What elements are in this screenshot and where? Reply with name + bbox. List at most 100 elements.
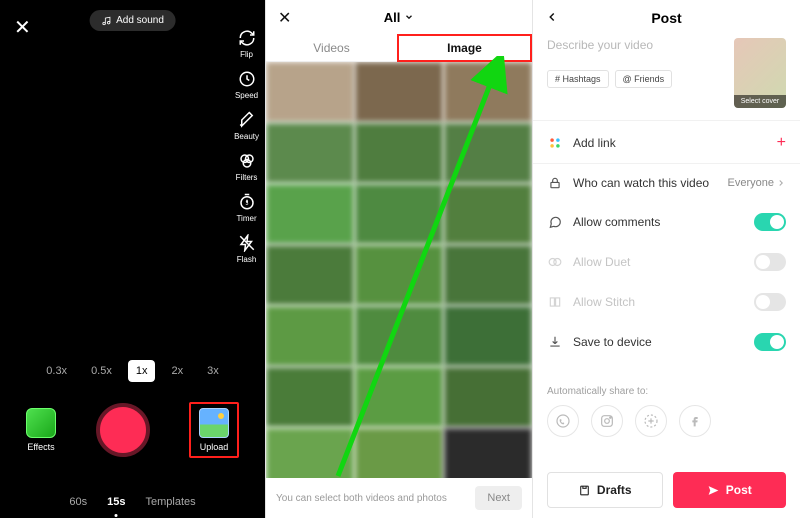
comment-icon: [547, 214, 563, 230]
share-more-icon[interactable]: [635, 405, 667, 437]
media-cell[interactable]: [355, 245, 443, 305]
row-label: Save to device: [573, 335, 652, 349]
privacy-value: Everyone: [728, 177, 786, 189]
link-icon: [547, 135, 563, 151]
sidebar-label: Flip: [240, 50, 253, 59]
media-cell[interactable]: [355, 184, 443, 244]
sidebar-label: Beauty: [234, 132, 259, 141]
filters-icon: [237, 151, 257, 171]
drafts-label: Drafts: [597, 483, 632, 497]
picker-header: ✕ All: [266, 0, 532, 34]
toggle-stitch[interactable]: [754, 293, 786, 311]
upload-label: Upload: [200, 442, 229, 452]
media-cell[interactable]: [444, 306, 532, 366]
sidebar-item-timer[interactable]: 3 Timer: [234, 192, 259, 223]
zoom-option[interactable]: 0.3x: [38, 360, 75, 382]
row-label: Allow comments: [573, 215, 660, 229]
zoom-option[interactable]: 2x: [163, 360, 191, 382]
zoom-option[interactable]: 3x: [199, 360, 227, 382]
timer-icon: 3: [237, 192, 257, 212]
post-button[interactable]: Post: [673, 472, 787, 508]
post-label: Post: [726, 483, 752, 497]
media-cell[interactable]: [355, 367, 443, 427]
back-icon[interactable]: [545, 10, 559, 24]
media-cell[interactable]: [444, 123, 532, 183]
drafts-icon: [578, 484, 591, 497]
chevron-down-icon: [404, 12, 414, 22]
drafts-button[interactable]: Drafts: [547, 472, 663, 508]
hashtags-chip[interactable]: # Hashtags: [547, 70, 609, 88]
share-whatsapp-icon[interactable]: [547, 405, 579, 437]
duet-icon: [547, 254, 563, 270]
upload-button[interactable]: Upload: [199, 408, 229, 452]
tab-videos[interactable]: Videos: [266, 34, 397, 62]
media-cell[interactable]: [266, 367, 354, 427]
toggle-save[interactable]: [754, 333, 786, 351]
sidebar-item-filters[interactable]: Filters: [234, 151, 259, 182]
media-cell[interactable]: [444, 62, 532, 122]
media-cell[interactable]: [355, 306, 443, 366]
media-grid[interactable]: [266, 62, 532, 478]
record-button[interactable]: [96, 403, 150, 457]
close-icon[interactable]: ✕: [14, 18, 31, 38]
sidebar-item-speed[interactable]: Speed: [234, 69, 259, 100]
mode-selector: 60s 15s Templates: [0, 496, 265, 508]
cover-label: Select cover: [734, 95, 786, 108]
media-cell[interactable]: [266, 184, 354, 244]
media-cell[interactable]: [444, 367, 532, 427]
camera-sidebar: Flip Speed Beauty Filters 3 Timer Flash: [234, 28, 259, 264]
sidebar-item-flip[interactable]: Flip: [234, 28, 259, 59]
zoom-option[interactable]: 1x: [128, 360, 156, 382]
description-row: Describe your video # Hashtags @ Friends…: [533, 36, 800, 121]
zoom-option[interactable]: 0.5x: [83, 360, 120, 382]
effects-icon: [26, 408, 56, 438]
share-icons: [533, 405, 800, 437]
close-icon[interactable]: ✕: [278, 8, 291, 28]
media-cell[interactable]: [266, 123, 354, 183]
album-title: All: [384, 10, 401, 25]
tab-image[interactable]: Image: [397, 34, 532, 62]
effects-button[interactable]: Effects: [26, 408, 56, 452]
media-cell[interactable]: [266, 306, 354, 366]
upload-icon: [199, 408, 229, 438]
next-button[interactable]: Next: [475, 486, 522, 510]
post-header: Post: [533, 0, 800, 36]
sidebar-label: Speed: [235, 91, 258, 100]
stitch-icon: [547, 294, 563, 310]
album-dropdown[interactable]: All: [384, 10, 415, 25]
row-privacy[interactable]: Who can watch this video Everyone: [533, 164, 800, 202]
media-cell[interactable]: [444, 245, 532, 305]
music-note-icon: [101, 16, 111, 26]
toggle-duet[interactable]: [754, 253, 786, 271]
send-icon: [707, 484, 720, 497]
sidebar-item-beauty[interactable]: Beauty: [234, 110, 259, 141]
cover-thumbnail[interactable]: Select cover: [734, 38, 786, 108]
row-stitch: Allow Stitch: [533, 282, 800, 322]
media-cell[interactable]: [355, 123, 443, 183]
share-instagram-icon[interactable]: [591, 405, 623, 437]
toggle-comments[interactable]: [754, 213, 786, 231]
picker-tabs: Videos Image: [266, 34, 532, 62]
sidebar-label: Timer: [236, 214, 256, 223]
row-save: Save to device: [533, 322, 800, 362]
description-input[interactable]: Describe your video # Hashtags @ Friends: [547, 38, 724, 108]
media-cell[interactable]: [266, 62, 354, 122]
media-cell[interactable]: [444, 184, 532, 244]
mode-option[interactable]: Templates: [145, 496, 195, 508]
gallery-picker-screen: ✕ All Videos Image You can select both v…: [266, 0, 533, 518]
media-cell[interactable]: [355, 62, 443, 122]
media-cell[interactable]: [355, 428, 443, 478]
share-facebook-icon[interactable]: [679, 405, 711, 437]
row-add-link[interactable]: Add link +: [533, 123, 800, 163]
camera-controls: Effects Upload: [0, 402, 265, 458]
mode-option[interactable]: 15s: [107, 496, 125, 508]
friends-chip[interactable]: @ Friends: [615, 70, 673, 88]
sidebar-item-flash[interactable]: Flash: [234, 233, 259, 264]
media-cell[interactable]: [444, 428, 532, 478]
settings-list: Add link + Who can watch this video Ever…: [533, 121, 800, 364]
add-sound-button[interactable]: Add sound: [89, 10, 176, 31]
media-cell[interactable]: [266, 428, 354, 478]
media-cell[interactable]: [266, 245, 354, 305]
mode-option[interactable]: 60s: [69, 496, 87, 508]
share-label: Automatically share to:: [533, 364, 800, 405]
